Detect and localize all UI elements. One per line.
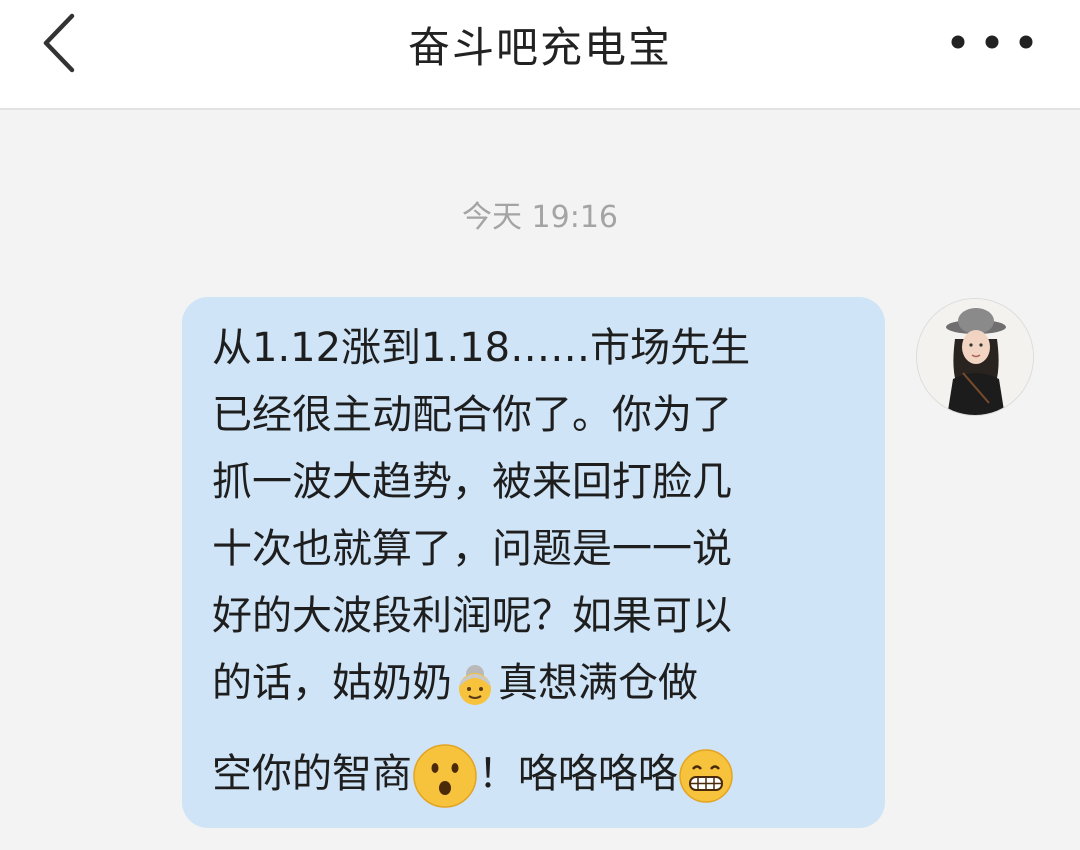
avatar[interactable] [916,298,1034,416]
message-line: 从1.12涨到1.18……市场先生 [212,325,751,371]
user-avatar-image [917,299,1033,415]
more-button[interactable] [944,22,1040,62]
more-dots-icon [951,35,1033,49]
message-segment: 真想满仓做 [498,660,698,706]
old-woman-emoji [452,662,498,708]
top-bar: 奋斗吧充电宝 [0,0,1080,110]
message-line: 好的大波段利润呢？如果可以 [212,593,732,639]
message-line: 已经很主动配合你了。你为了 [212,392,732,438]
message-segment: 的话，姑奶奶 [212,660,452,706]
message-line: 的话，姑奶奶 真想满仓做 [212,650,842,717]
message-segment: 空你的智商 [212,751,412,797]
message-line: 抓一波大趋势，被来回打脸几 [212,459,732,505]
message-line: 空你的智商 ！咯咯咯咯 [212,741,842,809]
grinning-face-emoji [678,748,734,804]
message-line: 十次也就算了，问题是一一说 [212,526,732,572]
message-timestamp: 今天 19:16 [462,200,618,235]
chat-title: 奋斗吧充电宝 [407,23,672,72]
message-bubble[interactable]: 从1.12涨到1.18……市场先生 已经很主动配合你了。你为了 抓一波大趋势，被… [182,297,885,828]
frowning-face-emoji [412,743,478,809]
message-text: 从1.12涨到1.18……市场先生 已经很主动配合你了。你为了 抓一波大趋势，被… [212,315,842,809]
message-segment: ！咯咯咯咯 [478,751,678,797]
